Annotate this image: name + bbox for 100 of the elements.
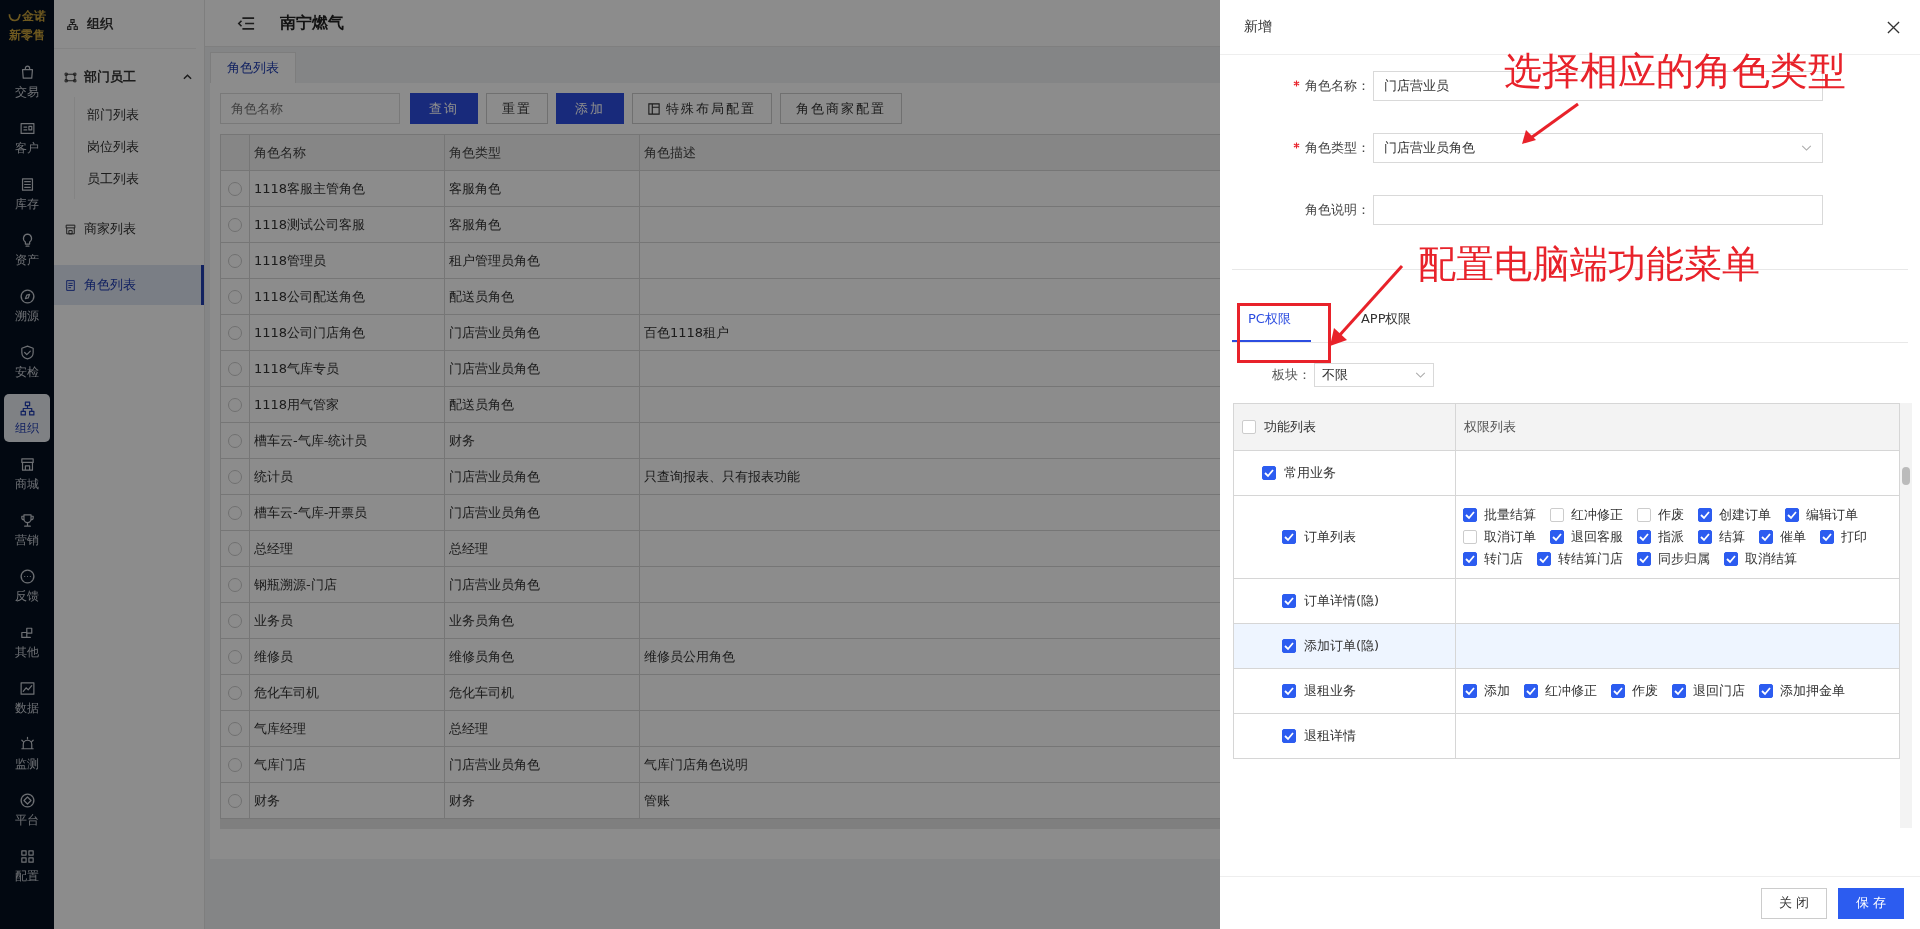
column-header: 角色名称 xyxy=(249,134,445,171)
permission-label: 打印 xyxy=(1841,528,1867,546)
table-cell: 业务员 xyxy=(249,602,445,639)
nav-item[interactable]: 数据 xyxy=(4,674,50,722)
table-cell: 客服角色 xyxy=(444,170,640,207)
nav-item[interactable]: 配置 xyxy=(4,842,50,890)
permission-tab[interactable]: APP权限 xyxy=(1344,302,1432,342)
permission-label: 红冲修正 xyxy=(1571,506,1623,524)
nav-item[interactable]: 安检 xyxy=(4,338,50,386)
toolbar-button[interactable]: 特殊布局配置 xyxy=(632,93,772,124)
field-label: 角色说明： xyxy=(1305,202,1370,217)
table-cell: 门店营业员角色 xyxy=(444,494,640,531)
permission-label: 结算 xyxy=(1719,528,1745,546)
table-cell: 总经理 xyxy=(249,530,445,567)
table-cell: 危化车司机 xyxy=(249,674,445,711)
permission-label: 催单 xyxy=(1780,528,1806,546)
sidebar-item[interactable]: 角色列表 xyxy=(54,265,204,305)
nav-item[interactable]: 库存 xyxy=(4,170,50,218)
nav-item[interactable]: 平台 xyxy=(4,786,50,834)
function-label: 订单详情(隐) xyxy=(1304,592,1380,610)
permission-label: 退回客服 xyxy=(1571,528,1623,546)
toolbar-button[interactable]: 查询 xyxy=(410,93,478,124)
permission-label: 作废 xyxy=(1632,682,1658,700)
permission-label: 编辑订单 xyxy=(1806,506,1858,524)
table-cell: 1118公司门店角色 xyxy=(249,314,445,351)
permission-label: 添加 xyxy=(1484,682,1510,700)
permission-label: 批量结算 xyxy=(1484,506,1536,524)
permission-label: 转门店 xyxy=(1484,550,1523,568)
annotation-text: 配置电脑端功能菜单 xyxy=(1418,245,1760,283)
search-field[interactable]: 角色名称 xyxy=(220,93,400,124)
module-select[interactable]: 不限 xyxy=(1314,363,1434,387)
sidebar-subitem[interactable]: 岗位列表 xyxy=(75,131,204,163)
nav-item[interactable]: 反馈 xyxy=(4,562,50,610)
nav-item[interactable]: 其他 xyxy=(4,618,50,666)
footer-button[interactable]: 保 存 xyxy=(1838,887,1904,919)
table-cell: 钢瓶溯源-门店 xyxy=(249,566,445,603)
page-title: 南宁燃气 xyxy=(280,12,344,34)
table-cell: 1118公司配送角色 xyxy=(249,278,445,315)
table-cell: 业务员角色 xyxy=(444,602,640,639)
column-header: 权限列表 xyxy=(1464,418,1516,436)
table-cell: 门店营业员角色 xyxy=(444,746,640,783)
table-cell: 维修员 xyxy=(249,638,445,675)
nav-item[interactable]: 监测 xyxy=(4,730,50,778)
table-cell: 槽车云-气库-开票员 xyxy=(249,494,445,531)
permission-label: 同步归属 xyxy=(1658,550,1710,568)
table-cell: 1118测试公司客服 xyxy=(249,206,445,243)
permission-label: 红冲修正 xyxy=(1545,682,1597,700)
function-label: 订单列表 xyxy=(1304,528,1356,546)
table-cell: 维修员角色 xyxy=(444,638,640,675)
brand-name: 金诺 xyxy=(22,8,46,25)
sidebar-item[interactable]: 部门员工 xyxy=(54,57,204,97)
function-label: 退租详情 xyxy=(1304,727,1356,745)
toolbar-button[interactable]: 角色商家配置 xyxy=(780,93,902,124)
nav-item[interactable]: 资产 xyxy=(4,226,50,274)
nav-item[interactable]: 溯源 xyxy=(4,282,50,330)
permission-label: 退回门店 xyxy=(1693,682,1745,700)
toolbar-button[interactable]: 重置 xyxy=(486,93,548,124)
table-cell: 统计员 xyxy=(249,458,445,495)
permission-label: 取消订单 xyxy=(1484,528,1536,546)
drawer-title: 新增 xyxy=(1244,18,1272,36)
table-cell: 气库经理 xyxy=(249,710,445,747)
table-cell: 客服角色 xyxy=(444,206,640,243)
permission-label: 添加押金单 xyxy=(1780,682,1845,700)
permission-tab[interactable]: PC权限 xyxy=(1232,302,1311,342)
nav-item[interactable]: 组织 xyxy=(4,394,50,442)
permission-label: 创建订单 xyxy=(1719,506,1771,524)
permission-label: 作废 xyxy=(1658,506,1684,524)
table-cell: 1118气库专员 xyxy=(249,350,445,387)
table-cell: 槽车云-气库-统计员 xyxy=(249,422,445,459)
column-header: 功能列表 xyxy=(1264,418,1316,436)
sidebar-subitem[interactable]: 部门列表 xyxy=(75,99,204,131)
table-cell: 门店营业员角色 xyxy=(444,458,640,495)
sidebar-item[interactable]: 商家列表 xyxy=(54,209,204,249)
table-cell: 门店营业员角色 xyxy=(444,314,640,351)
nav-item[interactable]: 交易 xyxy=(4,58,50,106)
nav-item[interactable]: 商城 xyxy=(4,450,50,498)
nav-item[interactable]: 营销 xyxy=(4,506,50,554)
field-label: 角色类型： xyxy=(1305,140,1370,155)
table-cell: 1118用气管家 xyxy=(249,386,445,423)
table-cell: 配送员角色 xyxy=(444,386,640,423)
footer-button[interactable]: 关 闭 xyxy=(1761,887,1827,919)
sidebar-title: 组织 xyxy=(87,15,113,33)
page-tab[interactable]: 角色列表 xyxy=(210,52,296,83)
table-cell: 财务 xyxy=(249,782,445,819)
table-cell: 危化车司机 xyxy=(444,674,640,711)
table-cell: 气库门店 xyxy=(249,746,445,783)
table-cell: 总经理 xyxy=(444,710,640,747)
sidebar-subitem[interactable]: 员工列表 xyxy=(75,163,204,195)
table-cell: 1118管理员 xyxy=(249,242,445,279)
brand-subtitle: 新零售 xyxy=(9,27,45,44)
table-cell: 门店营业员角色 xyxy=(444,350,640,387)
permission-label: 转结算门店 xyxy=(1558,550,1623,568)
field-label: 板块： xyxy=(1272,366,1311,384)
toolbar-button[interactable]: 添加 xyxy=(556,93,624,124)
nav-item[interactable]: 客户 xyxy=(4,114,50,162)
table-cell: 财务 xyxy=(444,782,640,819)
table-cell: 财务 xyxy=(444,422,640,459)
permission-label: 指派 xyxy=(1658,528,1684,546)
table-cell: 总经理 xyxy=(444,530,640,567)
role-type-select[interactable]: 门店营业员角色 xyxy=(1373,133,1823,163)
